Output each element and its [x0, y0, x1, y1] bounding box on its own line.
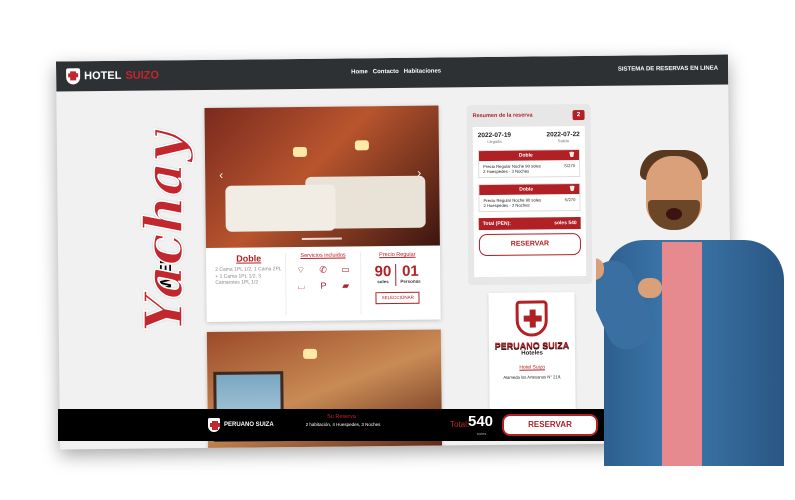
nav-link-contacto[interactable]: Contacto	[373, 69, 399, 75]
car-icon: ▰	[342, 280, 350, 291]
summary-title: Resumen de la reserva	[472, 112, 533, 120]
item-price: S/270	[564, 197, 576, 203]
bottom-brand: PERUANO SUIZA	[208, 418, 274, 432]
booking-summary: Resumen de la reserva 2 2022-07-19 Llegad…	[466, 103, 593, 286]
select-room-button[interactable]: SELECCIONAR	[375, 291, 420, 305]
item-line: 2 Huespedes - 3 Noches	[483, 168, 530, 175]
room-description: 2 Cama 1PL 1/2, 1 Cama 2PL + 1 Cama 1PL …	[215, 266, 282, 286]
bath-icon: ⌴	[297, 280, 305, 292]
bottom-brand-text: PERUANO SUIZA	[224, 422, 274, 428]
reserved-room-item: Doble 🗑 Precio Regular Noche 90 soles 2 Hu…	[477, 149, 581, 179]
brand-subtitle: Hoteles	[521, 350, 543, 357]
room-card: ‹ › Doble 2 Cama 1PL 1/2, 1 Cama 2PL + 1…	[204, 105, 441, 322]
swiss-shield-icon	[515, 300, 548, 337]
parking-icon: P	[320, 280, 327, 291]
lamp-light	[354, 140, 369, 151]
checkout-label: Salida	[557, 138, 569, 144]
bottom-total-label: Total:	[450, 420, 470, 429]
yachay-web-logo: WEB Yachay	[66, 131, 196, 350]
brand-card: PERUANO SUIZA Hoteles Hotel Suizo Alamed…	[488, 292, 576, 414]
brand-text-accent: SUIZO	[125, 69, 160, 82]
bed	[225, 184, 336, 232]
room-services: Servicios incluidos ⌔ ✆ ▭ ⌴ P ▰	[286, 252, 362, 316]
hotel-logo[interactable]: HOTEL SUIZO	[66, 67, 160, 85]
open-mouth	[666, 208, 682, 220]
trash-icon[interactable]: 🗑	[569, 152, 575, 158]
nav-link-home[interactable]: Home	[351, 69, 368, 75]
tshirt	[662, 242, 702, 466]
services-title: Servicios incluidos	[300, 252, 346, 259]
your-reserve-label: Su Reserva :	[327, 414, 359, 420]
room-photo: ‹ ›	[204, 105, 440, 248]
item-name: Doble	[518, 152, 533, 159]
item-line: 2 Huespedes - 3 Noches	[483, 202, 530, 209]
phone-icon: ✆	[319, 264, 327, 275]
pointing-hand	[638, 278, 662, 298]
tv-icon: ▭	[341, 264, 350, 275]
item-price: S/270	[564, 163, 576, 169]
item-name: Doble	[519, 186, 534, 193]
persons-unit: Personas	[400, 278, 421, 284]
top-navbar: HOTEL SUIZO Home Contacto Habitaciones S…	[55, 54, 729, 92]
total-label: Total (PEN):	[482, 220, 511, 228]
reserved-room-item: Doble 🗑 Precio Regular Noche 90 soles 2 Hu…	[478, 183, 581, 213]
wifi-icon: ⌔	[296, 264, 306, 276]
pointing-man-photo	[596, 150, 795, 466]
nav-links: Home Contacto Habitaciones	[351, 68, 441, 75]
checkin-label: Llegada	[487, 138, 502, 145]
logo-script-text: Yachay	[133, 131, 196, 333]
price-title: Precio Regular	[379, 251, 416, 259]
hotel-address: Alameda los Artesanos N° 219,	[503, 374, 562, 380]
swiss-shield-icon	[66, 68, 81, 85]
room-details: Doble 2 Cama 1PL 1/2, 1 Cama 2PL + 1 Cam…	[212, 253, 287, 316]
room-name[interactable]: Doble	[215, 253, 282, 264]
reserve-button[interactable]: RESERVAR	[478, 233, 582, 257]
price-value: 90	[374, 263, 392, 281]
chevron-left-icon[interactable]: ‹	[219, 168, 223, 182]
hotel-link[interactable]: Hotel Suizo	[489, 364, 575, 371]
chevron-right-icon[interactable]: ›	[417, 166, 421, 180]
summary-count-badge: 2	[572, 109, 585, 121]
lamp-light	[292, 146, 307, 158]
carousel-indicator[interactable]	[301, 237, 342, 240]
persons-value: 01	[401, 262, 419, 280]
brand-name: PERUANO SUIZA	[494, 340, 570, 351]
reserve-detail: 2 habitación, 4 Huespedes, 3 Noches	[305, 422, 381, 427]
bottom-reserve-button[interactable]: RESERVAR	[502, 414, 598, 436]
promo-stage: HOTEL SUIZO Home Contacto Habitaciones S…	[0, 0, 795, 500]
room-info: Doble 2 Cama 1PL 1/2, 1 Cama 2PL + 1 Cam…	[206, 246, 441, 322]
nav-link-habitaciones[interactable]: Habitaciones	[404, 68, 441, 74]
total-value: soles 540	[554, 220, 577, 227]
brand-text: HOTEL	[84, 69, 122, 83]
bottom-total-value: 540	[468, 413, 494, 430]
system-title: SISTEMA DE RESERVAS EN LINEA	[617, 65, 719, 73]
room-price: Precio Regular 90 soles 01 Personas SELE…	[361, 252, 435, 315]
swiss-shield-icon	[208, 418, 220, 432]
trash-icon[interactable]: 🗑	[569, 186, 575, 192]
lamp-light	[303, 348, 318, 359]
bottom-total-unit: soles	[477, 431, 487, 436]
